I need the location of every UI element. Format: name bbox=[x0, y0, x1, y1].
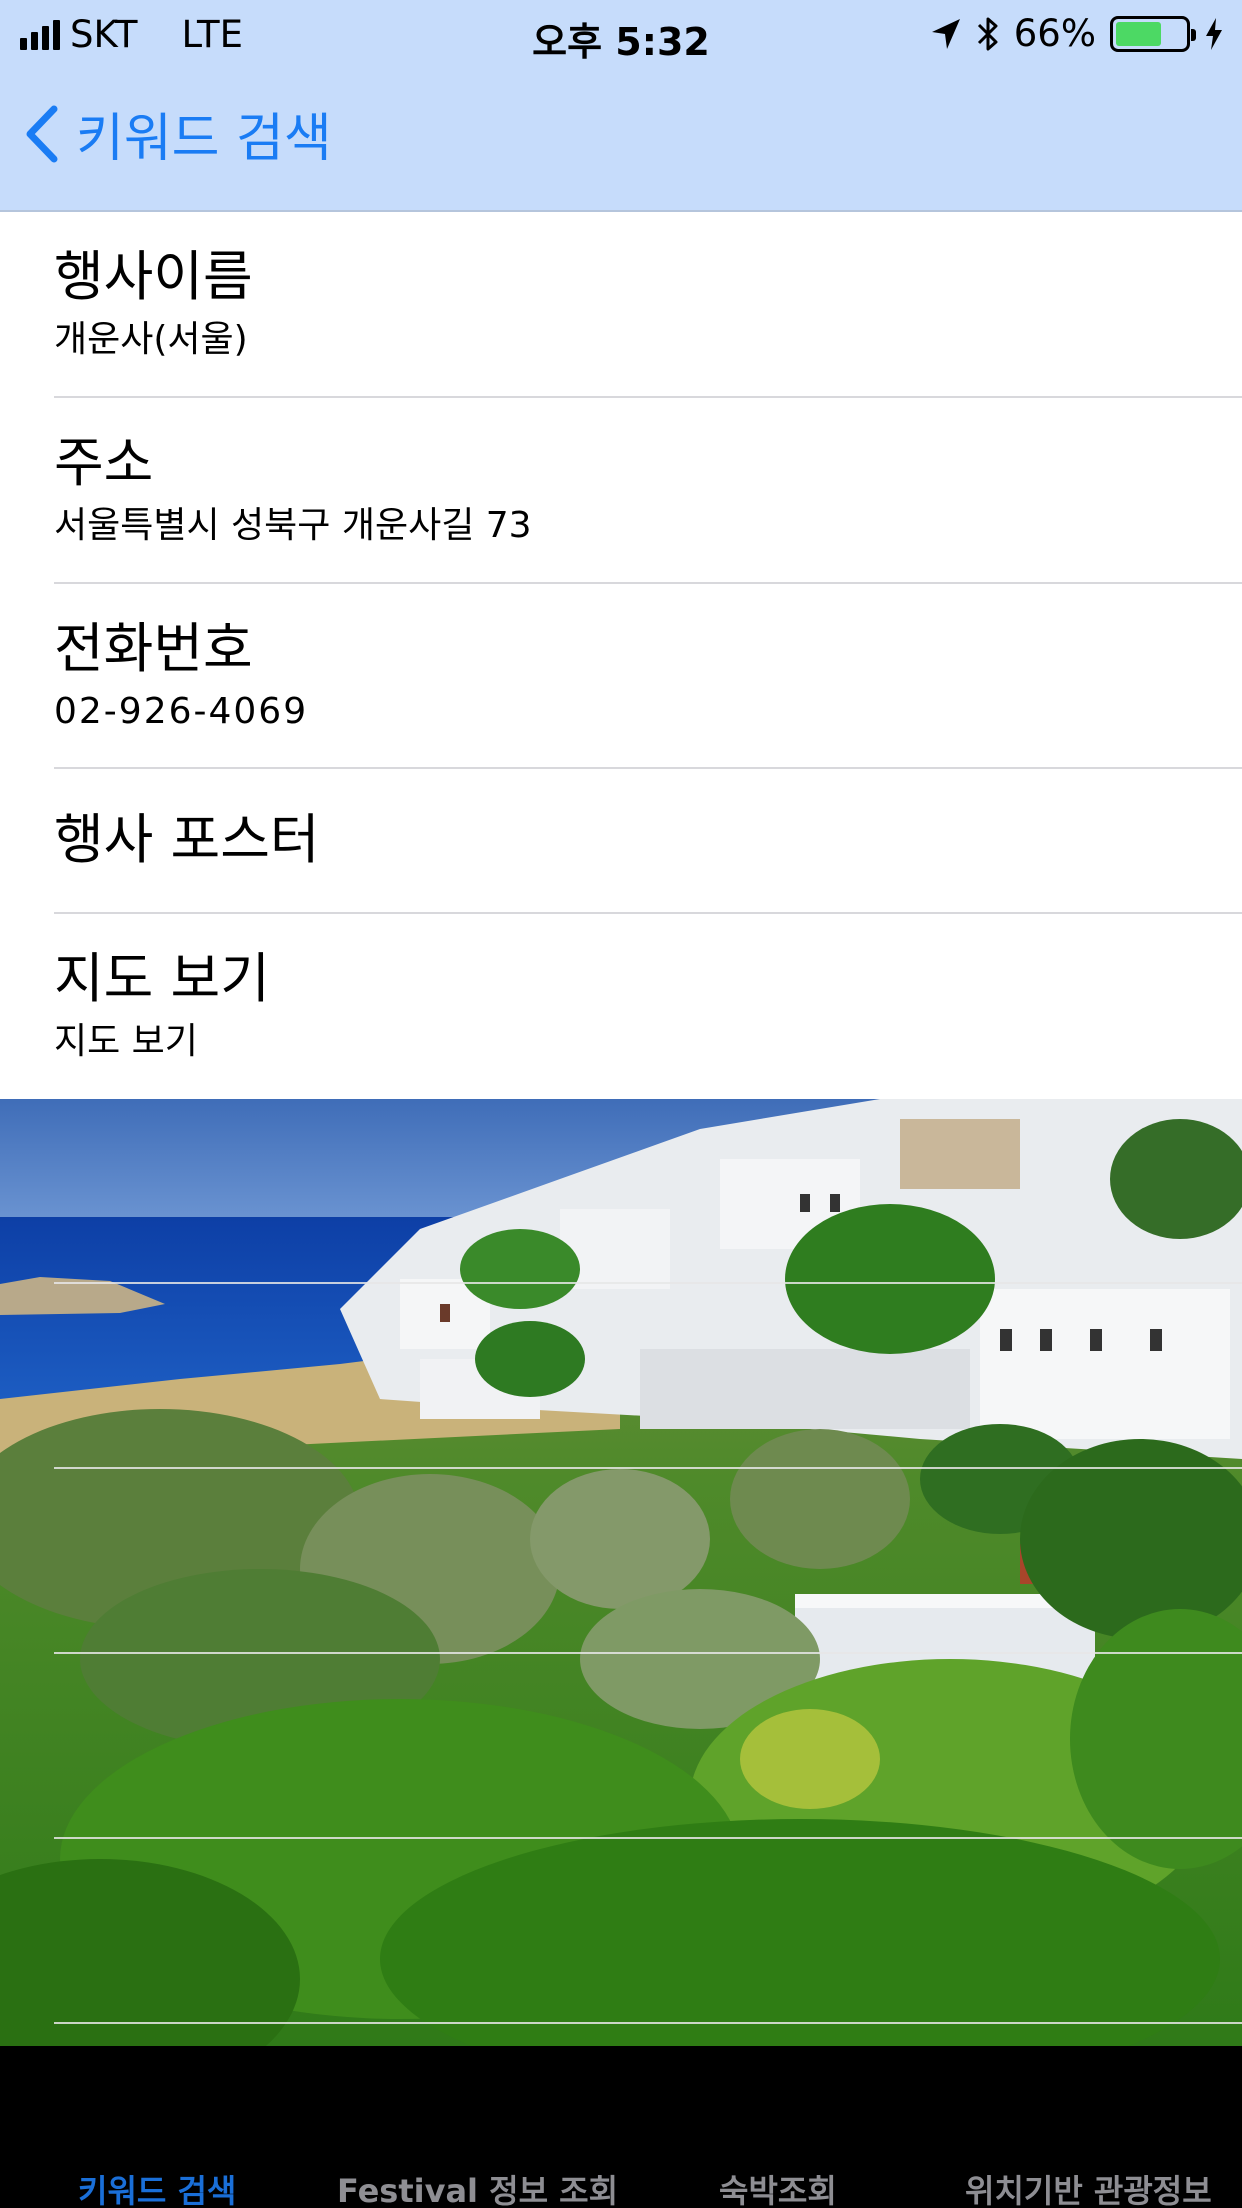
map-row[interactable]: 지도 보기 지도 보기 bbox=[0, 914, 1242, 1099]
address-value: 서울특별시 성북구 개운사길 73 bbox=[54, 505, 532, 546]
battery-fill bbox=[1116, 21, 1161, 46]
event-name-title: 행사이름 bbox=[54, 245, 253, 308]
phone-value: 02-926-4069 bbox=[54, 691, 309, 732]
empty-row-divider bbox=[54, 1467, 1242, 1469]
phone-title: 전화번호 bbox=[54, 617, 253, 680]
battery-icon bbox=[1110, 15, 1196, 52]
battery-percent: 66% bbox=[1013, 12, 1096, 55]
poster-title: 행사 포스터 bbox=[54, 808, 320, 871]
bluetooth-icon bbox=[977, 17, 998, 50]
back-button-label: 키워드 검색 bbox=[76, 109, 332, 169]
empty-row-divider bbox=[54, 1282, 1242, 1284]
detail-list: 행사이름 개운사(서울) 주소 서울특별시 성북구 개운사길 73 전화번호 0… bbox=[0, 214, 1242, 1099]
chevron-left-icon bbox=[26, 105, 58, 162]
map-title: 지도 보기 bbox=[54, 947, 270, 1010]
event-name-value: 개운사(서울) bbox=[54, 319, 248, 360]
charging-bolt-icon bbox=[1206, 17, 1222, 50]
tab-lodging[interactable]: 숙박조회 bbox=[719, 2166, 837, 2208]
address-title: 주소 bbox=[54, 431, 154, 494]
tab-keyword-search[interactable]: 키워드 검색 bbox=[78, 2166, 236, 2208]
tab-location-tourism[interactable]: 위치기반 관광정보 bbox=[965, 2166, 1212, 2208]
status-right: 66% bbox=[930, 12, 1224, 55]
phone-row[interactable]: 전화번호 02-926-4069 bbox=[0, 584, 1242, 769]
poster-row[interactable]: 행사 포스터 bbox=[0, 769, 1242, 914]
event-name-row[interactable]: 행사이름 개운사(서울) bbox=[0, 214, 1242, 398]
empty-row-divider bbox=[54, 1837, 1242, 1839]
map-value: 지도 보기 bbox=[54, 1021, 198, 1062]
event-poster-image bbox=[0, 1099, 1242, 2046]
landscape-illustration bbox=[0, 1099, 1242, 2046]
location-arrow-icon bbox=[931, 18, 960, 49]
empty-row-divider bbox=[54, 2022, 1242, 2024]
address-row[interactable]: 주소 서울특별시 성북구 개운사길 73 bbox=[0, 398, 1242, 584]
empty-row-divider bbox=[54, 1652, 1242, 1654]
navigation-bar: 키워드 검색 bbox=[0, 66, 1242, 212]
tab-festival-info[interactable]: Festival 정보 조회 bbox=[337, 2166, 618, 2208]
status-bar: SKT LTE 오후 5:32 66% bbox=[0, 0, 1242, 66]
tab-bar: 키워드 검색 Festival 정보 조회 숙박조회 위치기반 관광정보 bbox=[0, 2046, 1242, 2208]
battery-cap bbox=[1191, 28, 1196, 41]
back-button[interactable]: 키워드 검색 bbox=[24, 96, 332, 171]
